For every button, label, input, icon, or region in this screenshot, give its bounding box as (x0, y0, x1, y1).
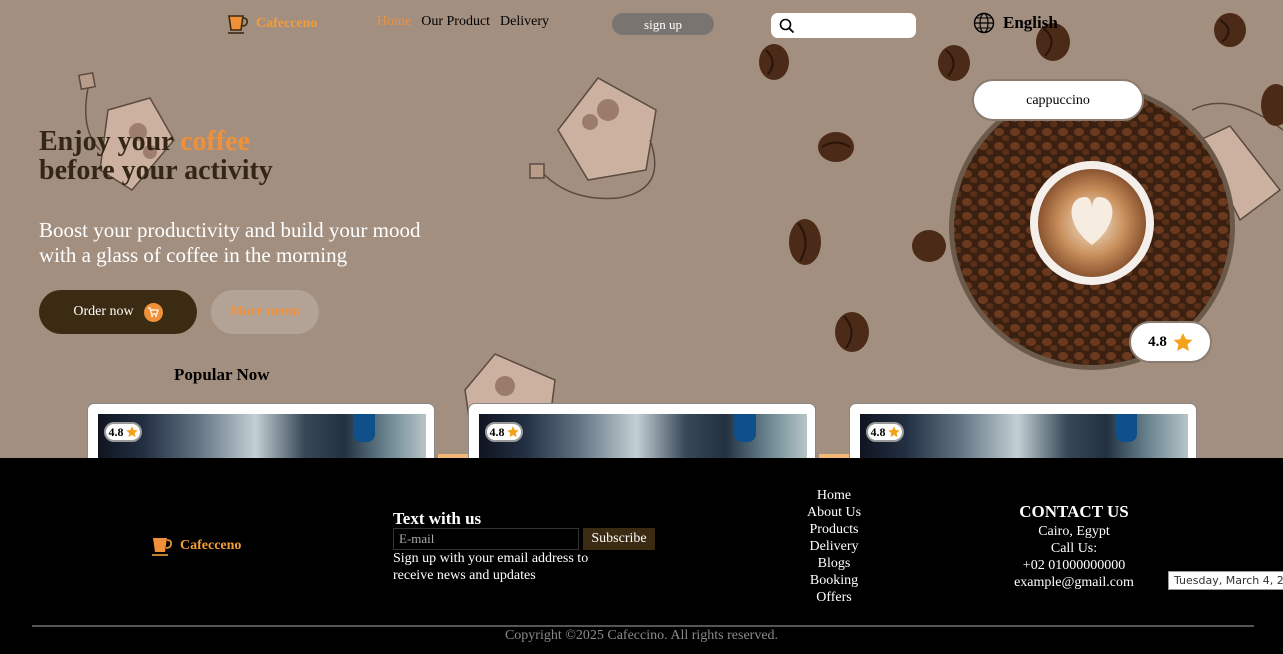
footer-link-blogs[interactable]: Blogs (790, 555, 878, 572)
footer-link-home[interactable]: Home (790, 487, 878, 504)
email-field[interactable]: E-mail (393, 528, 579, 550)
featured-rating-value: 4.8 (1148, 333, 1167, 350)
nav-item-delivery[interactable]: Delivery (500, 14, 549, 30)
language-selector[interactable]: English (973, 12, 1058, 34)
coffee-bean-decoration (938, 45, 970, 81)
hero-title-accent: coffee (180, 126, 251, 157)
card-rating-value: 4.8 (489, 424, 505, 439)
sign-up-button[interactable]: sign up (612, 13, 714, 35)
card-rating-badge: 4.8 (485, 422, 523, 442)
coffee-bean-decoration (1214, 13, 1246, 47)
card-rating-badge: 4.8 (104, 422, 142, 442)
hero-title: Enjoy your coffee before your activity (39, 127, 273, 185)
search-input[interactable] (799, 16, 913, 36)
product-card[interactable]: 4.8 (87, 403, 435, 458)
date-display: Tuesday, March 4, 2025 (1168, 571, 1283, 590)
hero-section: Cafecceno Home Our Product Delivery sign… (0, 0, 1283, 458)
contact-phone[interactable]: +02 01000000000 (1003, 557, 1145, 574)
order-now-button[interactable]: Order now (39, 290, 197, 334)
product-image (860, 414, 1188, 458)
nav-item-home[interactable]: Home (377, 14, 411, 30)
footer-divider (32, 625, 1254, 627)
product-image (98, 414, 426, 458)
product-card[interactable]: 4.8 (468, 403, 816, 458)
footer-link-delivery[interactable]: Delivery (790, 538, 878, 555)
star-icon (506, 426, 519, 438)
newsletter-title: Text with us (393, 509, 482, 528)
contact-call-label: Call Us: (1050, 541, 1098, 556)
newsletter-note: Sign up with your email address to recei… (393, 551, 589, 583)
featured-product-label: cappuccino (972, 79, 1144, 121)
star-icon (125, 426, 138, 438)
coffee-bean-decoration (912, 230, 946, 262)
more-menu-button[interactable]: More menu (211, 290, 319, 334)
coffee-bean-decoration (818, 132, 854, 162)
coffee-cup-icon (152, 538, 172, 556)
footer-links: Home About Us Products Delivery Blogs Bo… (790, 487, 878, 606)
main-nav: Home Our Product Delivery (377, 14, 549, 30)
hero-title-line2: before your activity (39, 155, 273, 186)
coffee-bean-decoration (759, 44, 789, 80)
card-rating-value: 4.8 (108, 424, 124, 439)
contact-email[interactable]: example@gmail.com (1003, 574, 1145, 591)
contact-address: Cairo, Egypt (1038, 524, 1110, 539)
hero-title-part1: Enjoy your (39, 126, 181, 157)
order-now-label: Order now (73, 304, 134, 319)
cart-icon (143, 302, 163, 322)
copyright-text: Copyright ©2025 Cafeccino. All rights re… (504, 628, 779, 643)
hero-subtitle: Boost your productivity and build your m… (39, 218, 421, 267)
footer-link-booking[interactable]: Booking (790, 572, 878, 589)
coffee-bean-decoration (789, 219, 821, 265)
card-rating-badge: 4.8 (866, 422, 904, 442)
coffee-bean-decoration (835, 312, 869, 352)
contact-section: CONTACT US Cairo, Egypt Call Us: +02 010… (1003, 503, 1145, 591)
footer-link-products[interactable]: Products (790, 521, 878, 538)
search-box[interactable] (771, 13, 916, 38)
search-icon (779, 18, 795, 34)
nav-item-our-product[interactable]: Our Product (421, 14, 490, 30)
coffee-bean-decoration (1261, 84, 1283, 126)
brand-name: Cafecceno (256, 16, 318, 31)
footer-link-offers[interactable]: Offers (790, 589, 878, 606)
featured-rating-badge: 4.8 (1129, 321, 1212, 363)
star-icon (887, 426, 900, 438)
product-card[interactable]: 4.8 (849, 403, 1197, 458)
contact-title: CONTACT US (1019, 502, 1129, 521)
tea-bag-illustration (529, 77, 657, 200)
popular-now-heading: Popular Now (174, 365, 270, 384)
brand-logo[interactable]: Cafecceno (226, 12, 317, 36)
footer-brand-logo[interactable]: Cafecceno (150, 534, 241, 558)
star-icon (1173, 332, 1193, 351)
footer-brand-name: Cafecceno (180, 538, 242, 553)
subscribe-button[interactable]: Subscribe (583, 528, 655, 550)
footer-link-about-us[interactable]: About Us (790, 504, 878, 521)
product-image (479, 414, 807, 458)
card-rating-value: 4.8 (870, 424, 886, 439)
coffee-cup-icon (228, 15, 248, 34)
site-footer: Cafecceno Text with us E-mail Subscribe … (0, 458, 1283, 654)
language-label: English (1003, 13, 1058, 32)
globe-icon (973, 12, 995, 34)
